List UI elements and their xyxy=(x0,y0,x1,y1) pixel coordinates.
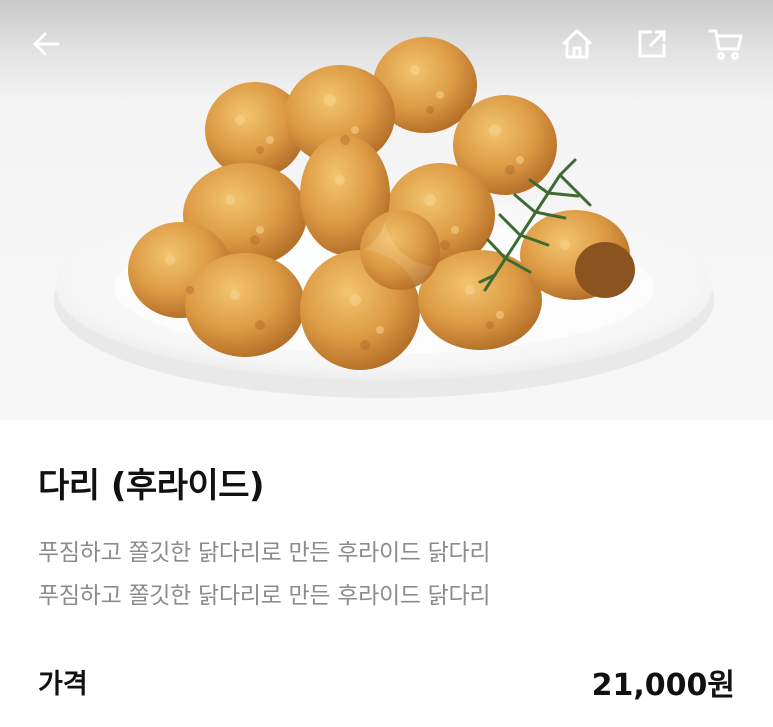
product-image xyxy=(0,0,773,420)
back-button[interactable] xyxy=(22,20,70,68)
arrow-left-icon xyxy=(33,32,60,56)
cart-icon xyxy=(708,29,743,60)
price-label: 가격 xyxy=(38,669,88,700)
share-icon xyxy=(638,30,666,58)
home-button[interactable] xyxy=(553,20,601,68)
cart-button[interactable] xyxy=(702,20,750,68)
price-value: 21,000원 xyxy=(591,668,735,703)
product-title: 다리 (후라이드) xyxy=(38,466,265,506)
product-description-line-1: 푸짐하고 쫄깃한 닭다리로 만든 후라이드 닭다리 xyxy=(38,540,491,566)
product-description-line-2: 푸짐하고 쫄깃한 닭다리로 만든 후라이드 닭다리 xyxy=(38,583,491,609)
share-button[interactable] xyxy=(628,20,676,68)
home-icon xyxy=(562,29,592,59)
